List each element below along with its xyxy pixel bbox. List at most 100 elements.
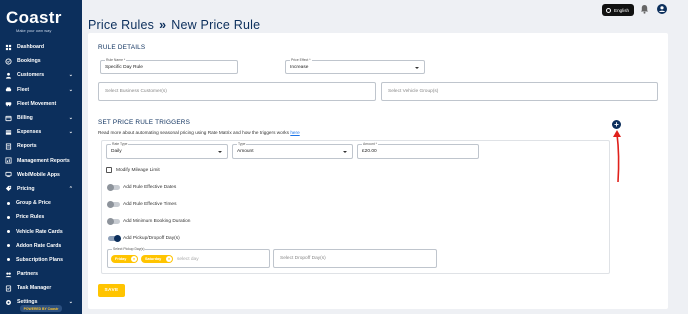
sidebar-item-subscription-plans[interactable]: Subscription Plans xyxy=(0,253,82,267)
chevron-down-icon: ⌄ xyxy=(68,114,73,121)
pricing-icon xyxy=(5,186,12,192)
bullet-icon xyxy=(7,244,10,248)
sidebar-item-fleet[interactable]: Fleet ⌄ xyxy=(0,83,82,97)
effective-times-toggle[interactable] xyxy=(107,201,120,208)
business-customers-select[interactable]: Select Business Customer(s) xyxy=(98,82,376,101)
type-label: Type xyxy=(237,142,247,146)
sidebar-item-pricing[interactable]: Pricing ⌃ xyxy=(0,182,82,196)
chip-remove-icon[interactable]: × xyxy=(166,256,172,262)
chip-label: Friday xyxy=(115,257,127,261)
fleet-movement-icon xyxy=(5,102,12,107)
help-text-body: Read more about automating seasonal pric… xyxy=(98,130,289,135)
sidebar-item-label: Task Manager xyxy=(17,285,52,292)
sidebar-item-label: Customers xyxy=(17,72,45,79)
chevron-down-icon: ⌄ xyxy=(68,86,73,93)
sidebar-item-label: Management Reports xyxy=(17,157,70,164)
brand-name: Coastr xyxy=(6,8,62,27)
dropoff-days-select[interactable]: Select Dropoff Day(s) xyxy=(273,249,437,268)
sidebar-item-label: Bookings xyxy=(17,58,41,65)
effective-dates-label: Add Rule Effective Dates xyxy=(123,185,177,190)
triggers-help-text: Read more about automating seasonal pric… xyxy=(98,130,300,135)
rule-name-value: Specific Day Rule xyxy=(105,65,143,70)
globe-icon xyxy=(606,7,611,13)
sidebar-item-expenses[interactable]: Expenses ⌄ xyxy=(0,125,82,139)
dropoff-days-placeholder: Select Dropoff Day(s) xyxy=(280,256,326,261)
amount-label: Amount * xyxy=(362,142,378,146)
rule-name-field[interactable]: Rule Name * Specific Day Rule xyxy=(100,58,238,74)
sidebar-item-web-mobile-apps[interactable]: Web/Mobile Apps xyxy=(0,168,82,182)
price-effect-select[interactable]: Price Effect * Increase xyxy=(285,58,425,74)
sidebar-item-billing[interactable]: Billing ⌄ xyxy=(0,111,82,125)
chevron-down-icon: ⌄ xyxy=(68,299,73,306)
help-link[interactable]: here xyxy=(290,130,299,135)
effective-dates-toggle[interactable] xyxy=(107,184,120,191)
bell-icon[interactable] xyxy=(640,4,649,14)
billing-icon xyxy=(5,115,12,121)
language-button[interactable]: English xyxy=(602,4,634,16)
save-button[interactable]: SAVE xyxy=(98,284,125,297)
toggle-knob xyxy=(107,201,114,208)
sidebar-item-label: Fleet Movement xyxy=(17,100,57,107)
modify-mileage-checkbox[interactable] xyxy=(106,167,112,173)
toggle-knob xyxy=(107,218,114,225)
language-label: English xyxy=(614,7,630,13)
sidebar-item-label: Pricing xyxy=(17,185,35,192)
settings-icon xyxy=(6,300,11,305)
sidebar-item-reports[interactable]: Reports xyxy=(0,139,82,153)
task-manager-icon xyxy=(5,285,12,292)
triggers-heading: SET PRICE RULE TRIGGERS xyxy=(98,119,191,126)
breadcrumb-parent[interactable]: Price Rules xyxy=(88,18,154,32)
sidebar: Coastr Make your own way Dashboard Bookin… xyxy=(0,0,82,314)
sidebar-item-bookings[interactable]: Bookings xyxy=(0,54,82,68)
amount-field[interactable]: Amount * £20.00 xyxy=(357,142,479,159)
chip-remove-icon[interactable]: × xyxy=(131,256,137,262)
sidebar-item-management-reports[interactable]: Management Reports xyxy=(0,154,82,168)
business-customers-placeholder: Select Business Customer(s) xyxy=(105,89,167,94)
sidebar-item-label: Dashboard xyxy=(17,44,45,51)
breadcrumb-separator: » xyxy=(159,18,167,32)
pickup-days-label: Select Pickup Day(s) xyxy=(112,247,146,251)
chip-label: Saturday xyxy=(145,257,162,261)
sidebar-item-partners[interactable]: Partners xyxy=(0,267,82,281)
vehicle-groups-select[interactable]: Select Vehicle Group(s) xyxy=(381,82,658,101)
vehicle-groups-placeholder: Select Vehicle Group(s) xyxy=(388,89,439,94)
sidebar-item-label: Price Rules xyxy=(16,214,45,221)
rate-type-select[interactable]: Rate Type Daily xyxy=(106,142,228,159)
sidebar-item-label: Vehicle Rate Cards xyxy=(16,228,63,235)
type-select[interactable]: Type Amount xyxy=(232,142,353,159)
bullet-icon xyxy=(7,215,10,219)
chip-saturday[interactable]: Saturday × xyxy=(141,255,173,263)
sidebar-item-fleet-movement[interactable]: Fleet Movement xyxy=(0,97,82,111)
pickup-days-select[interactable]: Select Pickup Day(s) Friday × Saturday ×… xyxy=(107,247,270,268)
sidebar-item-customers[interactable]: Customers ⌄ xyxy=(0,68,82,82)
rule-details-heading: RULE DETAILS xyxy=(98,44,146,51)
sidebar-item-task-manager[interactable]: Task Manager xyxy=(0,281,82,295)
rate-type-value: Daily xyxy=(111,149,122,154)
user-avatar-icon[interactable] xyxy=(657,4,667,14)
modify-mileage-label: Modify Mileage Limit xyxy=(116,168,160,173)
sidebar-item-group-price[interactable]: Group & Price xyxy=(0,196,82,210)
sidebar-item-addon-rate-cards[interactable]: Addon Rate Cards xyxy=(0,239,82,253)
sidebar-item-label: Web/Mobile Apps xyxy=(17,171,60,178)
sidebar-item-label: Billing xyxy=(17,115,33,122)
expenses-icon xyxy=(5,130,12,135)
chevron-down-icon: ⌄ xyxy=(68,72,73,79)
chevron-down-icon xyxy=(218,151,222,153)
sidebar-nav: Dashboard Bookings Customers ⌄ Fleet ⌄ Fleet M… xyxy=(0,40,82,310)
sidebar-item-label: Expenses xyxy=(17,129,42,136)
sidebar-item-label: Addon Rate Cards xyxy=(16,242,62,249)
min-booking-duration-toggle[interactable] xyxy=(107,218,120,225)
chip-friday[interactable]: Friday × xyxy=(111,255,138,263)
apps-icon xyxy=(5,172,12,178)
management-reports-icon xyxy=(5,157,12,164)
sidebar-item-vehicle-rate-cards[interactable]: Vehicle Rate Cards xyxy=(0,224,82,238)
type-value: Amount xyxy=(237,149,254,154)
page-title: Price Rules » New Price Rule xyxy=(88,18,260,32)
sidebar-item-dashboard[interactable]: Dashboard xyxy=(0,40,82,54)
chevron-down-icon xyxy=(343,151,347,153)
brand-logo[interactable]: Coastr Make your own way xyxy=(6,8,76,33)
pickup-dropoff-toggle[interactable] xyxy=(108,235,121,242)
sidebar-item-price-rules[interactable]: Price Rules xyxy=(0,210,82,224)
sidebar-item-label: Subscription Plans xyxy=(16,256,63,263)
partners-icon xyxy=(5,272,12,277)
